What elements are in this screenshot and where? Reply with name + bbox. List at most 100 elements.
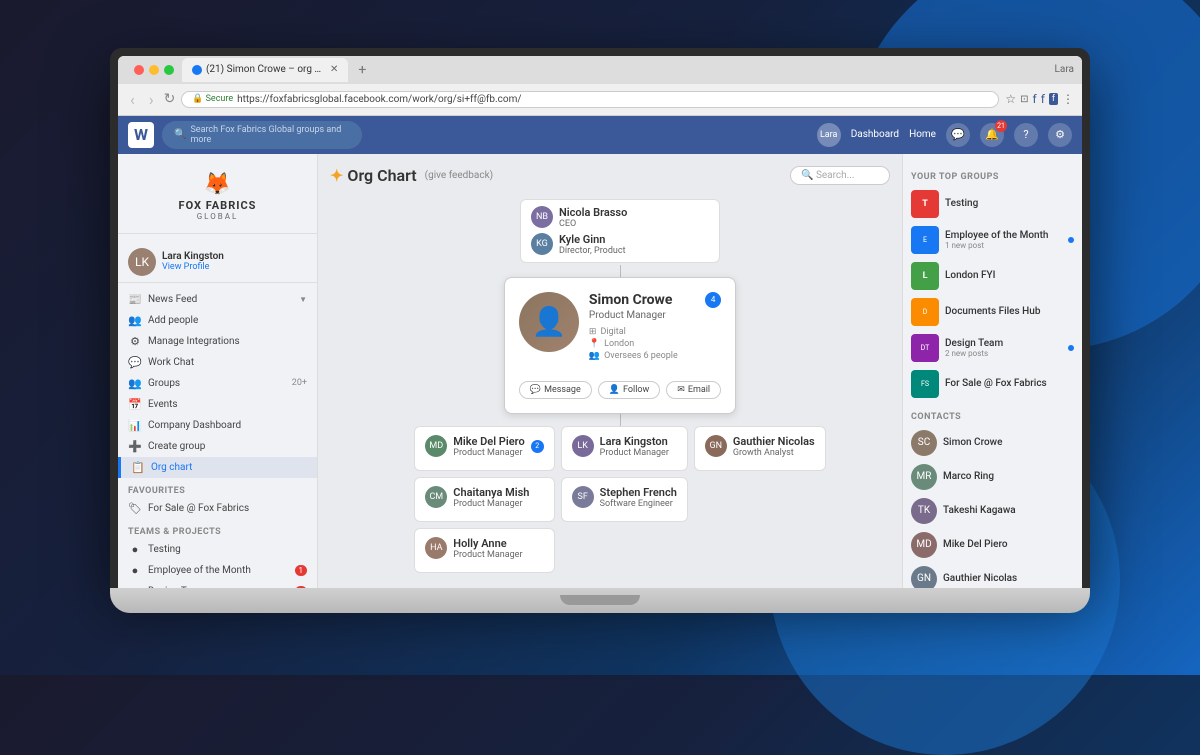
- rs-contact-simon[interactable]: SC Simon Crowe: [903, 426, 1082, 460]
- org-tree: NB Nicola Brasso CEO KG Kyle Ginn: [330, 199, 902, 573]
- node-actions: 💬 Message 👤 Follow ✉ E: [519, 381, 721, 399]
- child-col-1: MD Mike Del Piero Product Manager 2: [414, 426, 554, 573]
- user-avatar-header[interactable]: Lara: [817, 123, 841, 147]
- sidebar-item-groups[interactable]: 👥 Groups 20+: [118, 373, 317, 394]
- fb-nav: Lara Dashboard Home 💬 🔔 21 ? ⚙: [817, 123, 1072, 147]
- mike-avatar: MD: [425, 435, 447, 457]
- sidebar-item-events[interactable]: 📅 Events: [118, 394, 317, 415]
- feedback-link[interactable]: (give feedback): [425, 170, 494, 181]
- designteam-icon: ●: [128, 585, 142, 588]
- message-button[interactable]: 💬 Message: [519, 381, 592, 399]
- sidebar-item-companydashboard[interactable]: 📊 Company Dashboard: [118, 415, 317, 436]
- rs-group-eotm[interactable]: E Employee of the Month 1 new post: [903, 222, 1082, 258]
- fb-header: W 🔍 Search Fox Fabrics Global groups and…: [118, 116, 1082, 154]
- newsfeed-arrow: ▼: [299, 295, 307, 304]
- new-tab-button[interactable]: +: [352, 61, 372, 79]
- selected-node-header: 👤 Simon Crowe Product Manager ⊞ Digital: [519, 292, 678, 363]
- forward-button[interactable]: ›: [145, 88, 158, 111]
- child-node-mike[interactable]: MD Mike Del Piero Product Manager 2: [414, 426, 554, 471]
- child-node-gauthier-header: GN Gauthier Nicolas Growth Analyst: [705, 435, 815, 458]
- search-icon: 🔍: [174, 129, 186, 140]
- sidebar-item-creategroup[interactable]: ➕ Create group: [118, 436, 317, 457]
- ceo-node[interactable]: NB Nicola Brasso CEO KG Kyle Ginn: [520, 199, 720, 263]
- help-button[interactable]: ?: [1014, 123, 1038, 147]
- org-chart-header: ✦ Org Chart (give feedback) 🔍 Search...: [330, 166, 890, 185]
- sidebar-item-workchat[interactable]: 💬 Work Chat: [118, 352, 317, 373]
- org-search-input[interactable]: 🔍 Search...: [790, 166, 890, 185]
- rs-group-forsale[interactable]: FS For Sale @ Fox Fabrics: [903, 366, 1082, 402]
- rs-contact-marco[interactable]: MR Marco Ring: [903, 460, 1082, 494]
- selected-location: 📍 London: [589, 339, 678, 349]
- nav-bar: ‹ › ↻ 🔒 Secure https://foxfabricsglobal.…: [118, 84, 1082, 115]
- rs-group-london[interactable]: L London FYI: [903, 258, 1082, 294]
- home-nav[interactable]: Home: [909, 129, 936, 140]
- rs-group-docs[interactable]: D Documents Files Hub: [903, 294, 1082, 330]
- ceo-avatar: NB: [531, 206, 553, 228]
- fb-icon-3[interactable]: f: [1049, 93, 1058, 105]
- fb-icon-1[interactable]: f: [1033, 92, 1037, 106]
- more-button[interactable]: ⋮: [1062, 92, 1074, 106]
- fullscreen-window-button[interactable]: [164, 65, 174, 75]
- sidebar-item-addpeople[interactable]: 👥 Add people: [118, 310, 317, 331]
- forsale-thumb: FS: [911, 370, 939, 398]
- child-node-stephen[interactable]: SF Stephen French Software Engineer: [561, 477, 688, 522]
- selected-node[interactable]: 👤 Simon Crowe Product Manager ⊞ Digital: [504, 277, 736, 414]
- refresh-button[interactable]: ↻: [164, 91, 176, 107]
- rs-contact-takeshi[interactable]: TK Takeshi Kagawa: [903, 494, 1082, 528]
- address-bar[interactable]: 🔒 Secure https://foxfabricsglobal.facebo…: [181, 91, 999, 108]
- minimize-window-button[interactable]: [149, 65, 159, 75]
- testing-icon: ●: [128, 543, 142, 556]
- gauthier-contact-avatar: GN: [911, 566, 937, 588]
- follow-button[interactable]: 👤 Follow: [598, 381, 661, 399]
- selected-dept: ⊞ Digital: [589, 327, 678, 337]
- message-icon: 💬: [530, 385, 541, 395]
- sidebar-item-orgchart[interactable]: 📋 Org chart: [118, 457, 317, 478]
- rs-contact-mike[interactable]: MD Mike Del Piero: [903, 528, 1082, 562]
- addpeople-icon: 👥: [128, 314, 142, 327]
- view-profile-link[interactable]: View Profile: [162, 262, 224, 272]
- marco-contact-avatar: MR: [911, 464, 937, 490]
- child-node-lara[interactable]: LK Lara Kingston Product Manager: [561, 426, 688, 471]
- holly-avatar: HA: [425, 537, 447, 559]
- secure-badge: 🔒 Secure: [192, 94, 233, 104]
- sidebar-item-designteam[interactable]: ● Design Team 3: [118, 581, 317, 588]
- org-search-icon: 🔍: [801, 170, 816, 181]
- mike-badge: 2: [531, 440, 544, 453]
- email-button[interactable]: ✉ Email: [666, 381, 721, 399]
- browser-chrome: (21) Simon Crowe – org chart ✕ + Lara ‹ …: [118, 56, 1082, 116]
- settings-button[interactable]: ⚙: [1048, 123, 1072, 147]
- workchat-icon: 💬: [128, 356, 142, 369]
- child-node-chaitanya-header: CM Chaitanya Mish Product Manager: [425, 486, 543, 509]
- contacts-section-label: CONTACTS: [903, 408, 1082, 426]
- brand-logo-area: 🦊 FOX FABRICS GLOBAL: [118, 164, 317, 234]
- rs-group-designteam[interactable]: DT Design Team 2 new posts: [903, 330, 1082, 366]
- rs-contact-gauthier[interactable]: GN Gauthier Nicolas: [903, 562, 1082, 588]
- gauthier-avatar: GN: [705, 435, 727, 457]
- fb-icon-2[interactable]: f: [1041, 92, 1045, 106]
- active-tab[interactable]: (21) Simon Crowe – org chart ✕: [182, 58, 348, 82]
- connector-2: [620, 414, 621, 426]
- testing-thumb: T: [911, 190, 939, 218]
- sidebar-item-newsfeed[interactable]: 📰 News Feed ▼: [118, 289, 317, 310]
- rs-group-testing[interactable]: T Testing: [903, 186, 1082, 222]
- sidebar-item-testing[interactable]: ● Testing: [118, 539, 317, 560]
- close-window-button[interactable]: [134, 65, 144, 75]
- child-node-holly[interactable]: HA Holly Anne Product Manager: [414, 528, 554, 573]
- tab-close-button[interactable]: ✕: [330, 64, 338, 75]
- dashboard-nav[interactable]: Dashboard: [851, 129, 899, 140]
- child-node-chaitanya[interactable]: CM Chaitanya Mish Product Manager: [414, 477, 554, 522]
- back-button[interactable]: ‹: [126, 88, 139, 111]
- notifications-button[interactable]: 🔔 21: [980, 123, 1004, 147]
- child-node-gauthier[interactable]: GN Gauthier Nicolas Growth Analyst: [694, 426, 826, 471]
- left-sidebar: 🦊 FOX FABRICS GLOBAL LK Lara Kingston Vi…: [118, 154, 318, 588]
- sidebar-item-eotm[interactable]: ● Employee of the Month 1: [118, 560, 317, 581]
- sidebar-item-integrations[interactable]: ⚙ Manage Integrations: [118, 331, 317, 352]
- stephen-avatar: SF: [572, 486, 594, 508]
- groups-count: 20+: [292, 378, 307, 388]
- extensions-button[interactable]: ⊡: [1020, 94, 1028, 105]
- sidebar-item-forsale[interactable]: 🏷 For Sale @ Fox Fabrics: [118, 498, 317, 519]
- brand-sub: GLOBAL: [128, 212, 307, 221]
- messages-button[interactable]: 💬: [946, 123, 970, 147]
- fb-search-bar[interactable]: 🔍 Search Fox Fabrics Global groups and m…: [162, 121, 362, 149]
- bookmark-button[interactable]: ☆: [1005, 92, 1016, 106]
